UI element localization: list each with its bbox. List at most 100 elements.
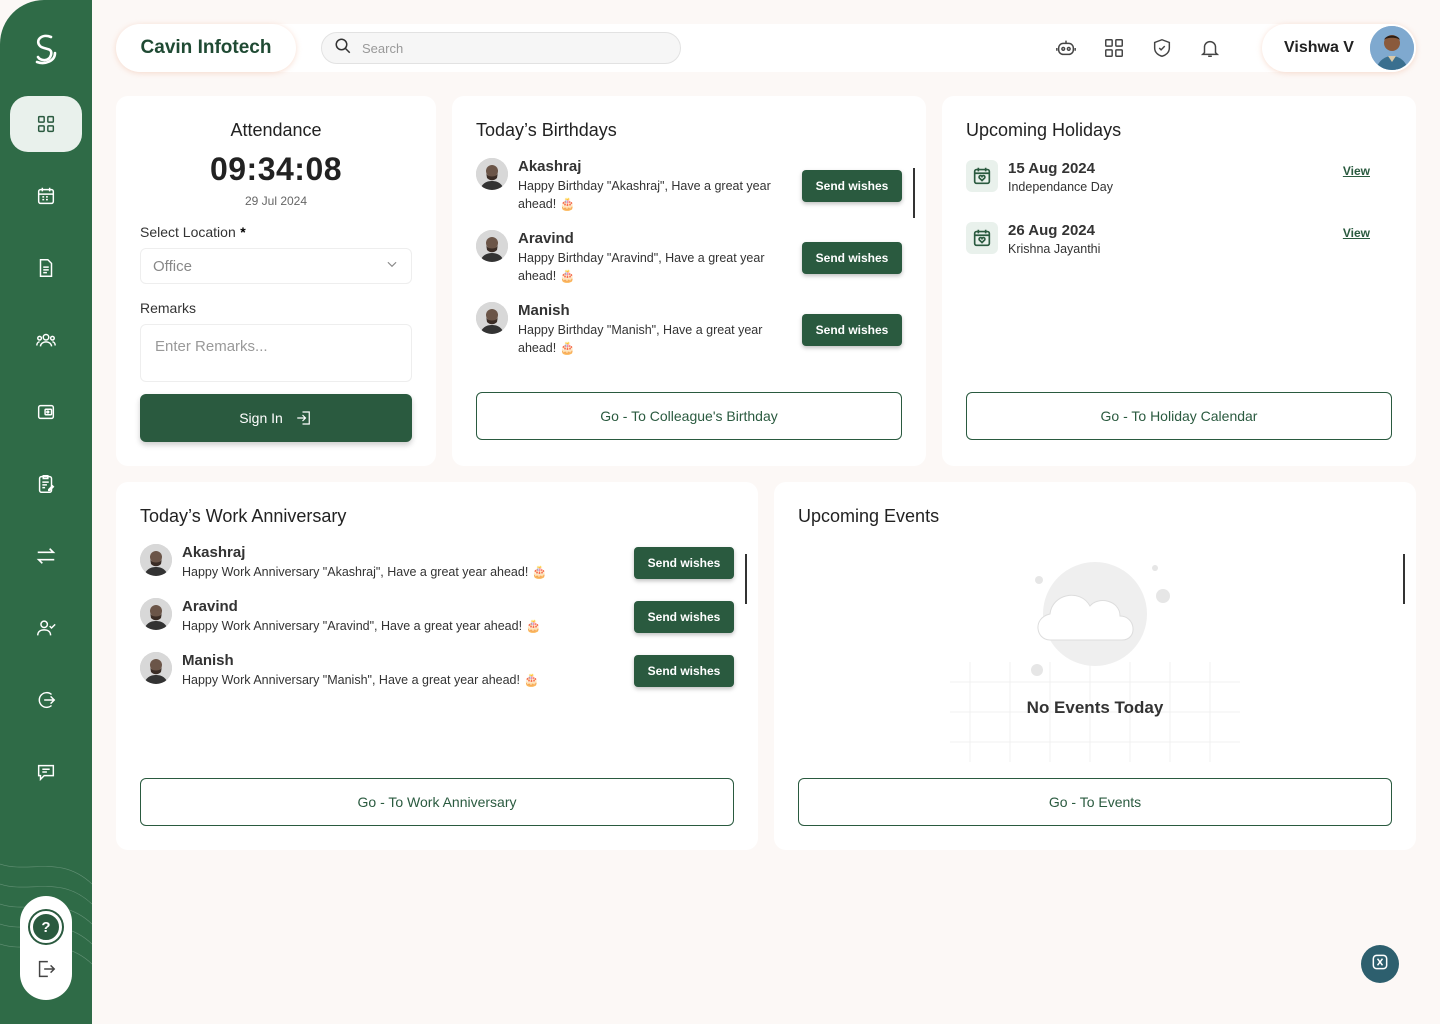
nav-chat-icon[interactable] — [10, 744, 82, 800]
person-name: Aravind — [182, 598, 238, 615]
sidebar: ? — [0, 0, 92, 1024]
calendar-heart-icon — [966, 160, 998, 192]
anniversary-title: Today’s Work Anniversary — [140, 506, 347, 526]
scrollbar[interactable] — [745, 554, 747, 604]
login-icon — [295, 409, 313, 427]
logout-icon[interactable] — [35, 958, 57, 985]
nav-exit-icon[interactable] — [10, 672, 82, 728]
birthdays-title: Today’s Birthdays — [476, 120, 617, 140]
search-icon — [334, 37, 352, 60]
view-holiday-link[interactable]: View — [1343, 164, 1370, 178]
person-name: Manish — [518, 302, 570, 319]
floating-action-button[interactable] — [1361, 945, 1399, 983]
empty-state-text: No Events Today — [1026, 698, 1164, 717]
list-item: Akashraj Happy Birthday "Akashraj", Have… — [476, 158, 780, 213]
empty-cloud-illustration — [950, 562, 1240, 762]
nav-task-icon[interactable] — [10, 456, 82, 512]
user-name: Vishwa V — [1284, 39, 1354, 56]
view-holiday-link[interactable]: View — [1343, 226, 1370, 240]
calendar-heart-icon — [966, 222, 998, 254]
scrollbar[interactable] — [1403, 554, 1405, 604]
holidays-title: Upcoming Holidays — [966, 120, 1122, 140]
holiday-name: Independance Day — [1008, 180, 1113, 194]
top-bar: Cavin Infotech Vishwa V — [116, 24, 1416, 72]
help-icon[interactable]: ? — [30, 911, 62, 944]
person-name: Akashraj — [182, 544, 246, 561]
nav-calendar-icon[interactable] — [10, 168, 82, 224]
avatar — [476, 230, 508, 262]
robot-icon[interactable] — [1054, 36, 1078, 60]
person-name: Akashraj — [518, 158, 582, 175]
list-item: Akashraj Happy Work Anniversary "Akashra… — [140, 544, 622, 581]
sidebar-bottom-panel: ? — [20, 896, 72, 1000]
goto-work-anniversary-button[interactable]: Go - To Work Anniversary — [140, 778, 734, 826]
shield-icon[interactable] — [1150, 36, 1174, 60]
person-name: Manish — [182, 652, 234, 669]
birthdays-card: Today’s Birthdays Akashraj Happy Birthda… — [452, 96, 926, 466]
wish-message: Happy Birthday "Aravind", Have a great y… — [518, 251, 765, 283]
send-wishes-button[interactable]: Send wishes — [802, 242, 902, 274]
app-logo-icon[interactable] — [26, 28, 66, 68]
holiday-date: 15 Aug 2024 — [1008, 160, 1095, 177]
send-wishes-button[interactable]: Send wishes — [634, 601, 734, 633]
nav-wallet-icon[interactable] — [10, 384, 82, 440]
avatar — [476, 302, 508, 334]
list-item: Manish Happy Birthday "Manish", Have a g… — [476, 302, 780, 357]
company-name[interactable]: Cavin Infotech — [116, 24, 296, 72]
person-name: Aravind — [518, 230, 574, 247]
wish-message: Happy Work Anniversary "Aravind", Have a… — [182, 619, 542, 633]
avatar[interactable] — [1370, 26, 1414, 70]
list-item: Manish Happy Work Anniversary "Manish", … — [140, 652, 622, 689]
send-wishes-button[interactable]: Send wishes — [634, 547, 734, 579]
goto-events-button[interactable]: Go - To Events — [798, 778, 1392, 826]
holiday-date: 26 Aug 2024 — [1008, 222, 1095, 239]
nav-user-check-icon[interactable] — [10, 600, 82, 656]
nav-dashboard-icon[interactable] — [10, 96, 82, 152]
location-label: Select Location — [140, 224, 236, 240]
avatar — [140, 652, 172, 684]
nav-team-icon[interactable] — [10, 312, 82, 368]
search-input[interactable] — [362, 40, 662, 56]
apps-grid-icon[interactable] — [1102, 36, 1126, 60]
list-item: 15 Aug 2024 Independance Day View — [966, 160, 1386, 194]
required-mark: * — [240, 224, 246, 240]
nav-document-icon[interactable] — [10, 240, 82, 296]
nav-transfer-icon[interactable] — [10, 528, 82, 584]
work-anniversary-card: Today’s Work Anniversary Akashraj Happy … — [116, 482, 758, 850]
avatar — [476, 158, 508, 190]
wish-message: Happy Birthday "Akashraj", Have a great … — [518, 179, 771, 211]
attendance-card: Attendance 09:34:08 29 Jul 2024 Select L… — [116, 96, 436, 466]
goto-holiday-calendar-button[interactable]: Go - To Holiday Calendar — [966, 392, 1392, 440]
remarks-field[interactable] — [140, 324, 412, 382]
bell-icon[interactable] — [1198, 36, 1222, 60]
holidays-card: Upcoming Holidays 15 Aug 2024 Independan… — [942, 96, 1416, 466]
attendance-title: Attendance — [230, 120, 322, 140]
attendance-date: 29 Jul 2024 — [244, 194, 308, 208]
attendance-clock: 09:34:08 — [209, 151, 343, 187]
support-icon — [1370, 952, 1390, 977]
search-box[interactable] — [321, 32, 681, 64]
send-wishes-button[interactable]: Send wishes — [802, 170, 902, 202]
wish-message: Happy Work Anniversary "Akashraj", Have … — [182, 565, 548, 579]
goto-birthdays-button[interactable]: Go - To Colleague's Birthday — [476, 392, 902, 440]
sign-in-label: Sign In — [239, 410, 283, 426]
holiday-name: Krishna Jayanthi — [1008, 242, 1101, 256]
sign-in-button[interactable]: Sign In — [140, 394, 412, 442]
avatar — [140, 544, 172, 576]
avatar — [140, 598, 172, 630]
user-menu[interactable]: Vishwa V — [1262, 24, 1416, 72]
scrollbar[interactable] — [913, 168, 915, 218]
list-item: 26 Aug 2024 Krishna Jayanthi View — [966, 222, 1386, 256]
location-select[interactable]: Office — [140, 248, 412, 284]
location-select-value: Office — [153, 257, 192, 275]
events-title: Upcoming Events — [798, 506, 940, 526]
chevron-down-icon — [385, 257, 399, 275]
wish-message: Happy Birthday "Manish", Have a great ye… — [518, 323, 763, 355]
remarks-label: Remarks — [140, 300, 197, 316]
list-item: Aravind Happy Birthday "Aravind", Have a… — [476, 230, 780, 285]
location-label-row: Select Location * — [140, 224, 412, 242]
wish-message: Happy Work Anniversary "Manish", Have a … — [182, 673, 540, 687]
list-item: Aravind Happy Work Anniversary "Aravind"… — [140, 598, 622, 635]
send-wishes-button[interactable]: Send wishes — [802, 314, 902, 346]
send-wishes-button[interactable]: Send wishes — [634, 655, 734, 687]
